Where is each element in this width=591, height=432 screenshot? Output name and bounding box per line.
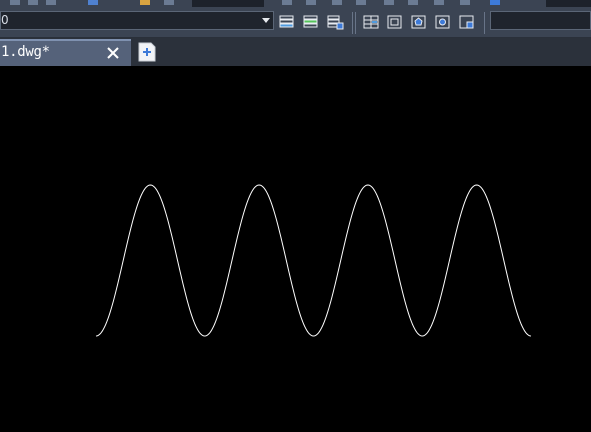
toolbar-button[interactable] [140,0,150,5]
layer-match-icon[interactable] [302,14,320,30]
document-tab[interactable]: 1.dwg* [0,39,131,66]
toolbar-button[interactable] [356,0,366,5]
toolbar-button[interactable] [332,0,342,5]
chevron-down-icon[interactable] [262,18,270,23]
toolbar-button[interactable] [10,0,20,5]
scale-field[interactable] [490,11,591,30]
toolbar-button[interactable] [434,0,444,5]
cad-application: 0 1.dwg* [0,0,591,432]
toolbar-button[interactable] [164,0,174,5]
toolbar-separator [355,12,356,34]
toolbar-button[interactable] [384,0,394,5]
toolbar-button[interactable] [46,0,56,5]
layer-dropdown[interactable]: 0 [0,11,274,30]
toolbar-button[interactable] [460,0,470,5]
sine-wave-curve[interactable] [95,184,532,337]
model-space [95,184,532,337]
drawing-canvas[interactable] [0,66,591,432]
object-viewport-icon[interactable] [434,14,452,30]
clip-viewport-icon[interactable] [458,14,476,30]
document-tab-bar: 1.dwg* [0,38,591,66]
toolbar-field[interactable] [192,0,264,7]
toolbar-button[interactable] [408,0,418,5]
table-icon[interactable] [362,14,380,30]
layer-dropdown-value: 0 [1,13,9,27]
document-tab-title: 1.dwg* [1,44,50,60]
toolbar-button[interactable] [490,0,500,5]
polygon-viewport-icon[interactable] [410,14,428,30]
toolbar-button[interactable] [88,0,98,5]
viewport-icon[interactable] [386,14,404,30]
toolbar-separator [352,12,353,34]
new-document-icon [138,42,156,62]
close-icon[interactable] [105,45,121,61]
quick-access-toolbar [0,0,591,7]
toolbar-field[interactable] [546,0,591,7]
layer-toolbar: 0 [0,7,591,38]
toolbar-separator [484,12,485,34]
layer-properties-icon[interactable] [326,14,344,30]
toolbar-button[interactable] [282,0,292,5]
toolbar-button[interactable] [28,0,38,5]
new-drawing-button[interactable] [136,42,158,62]
toolbar-button[interactable] [306,0,316,5]
layer-states-icon[interactable] [278,14,296,30]
